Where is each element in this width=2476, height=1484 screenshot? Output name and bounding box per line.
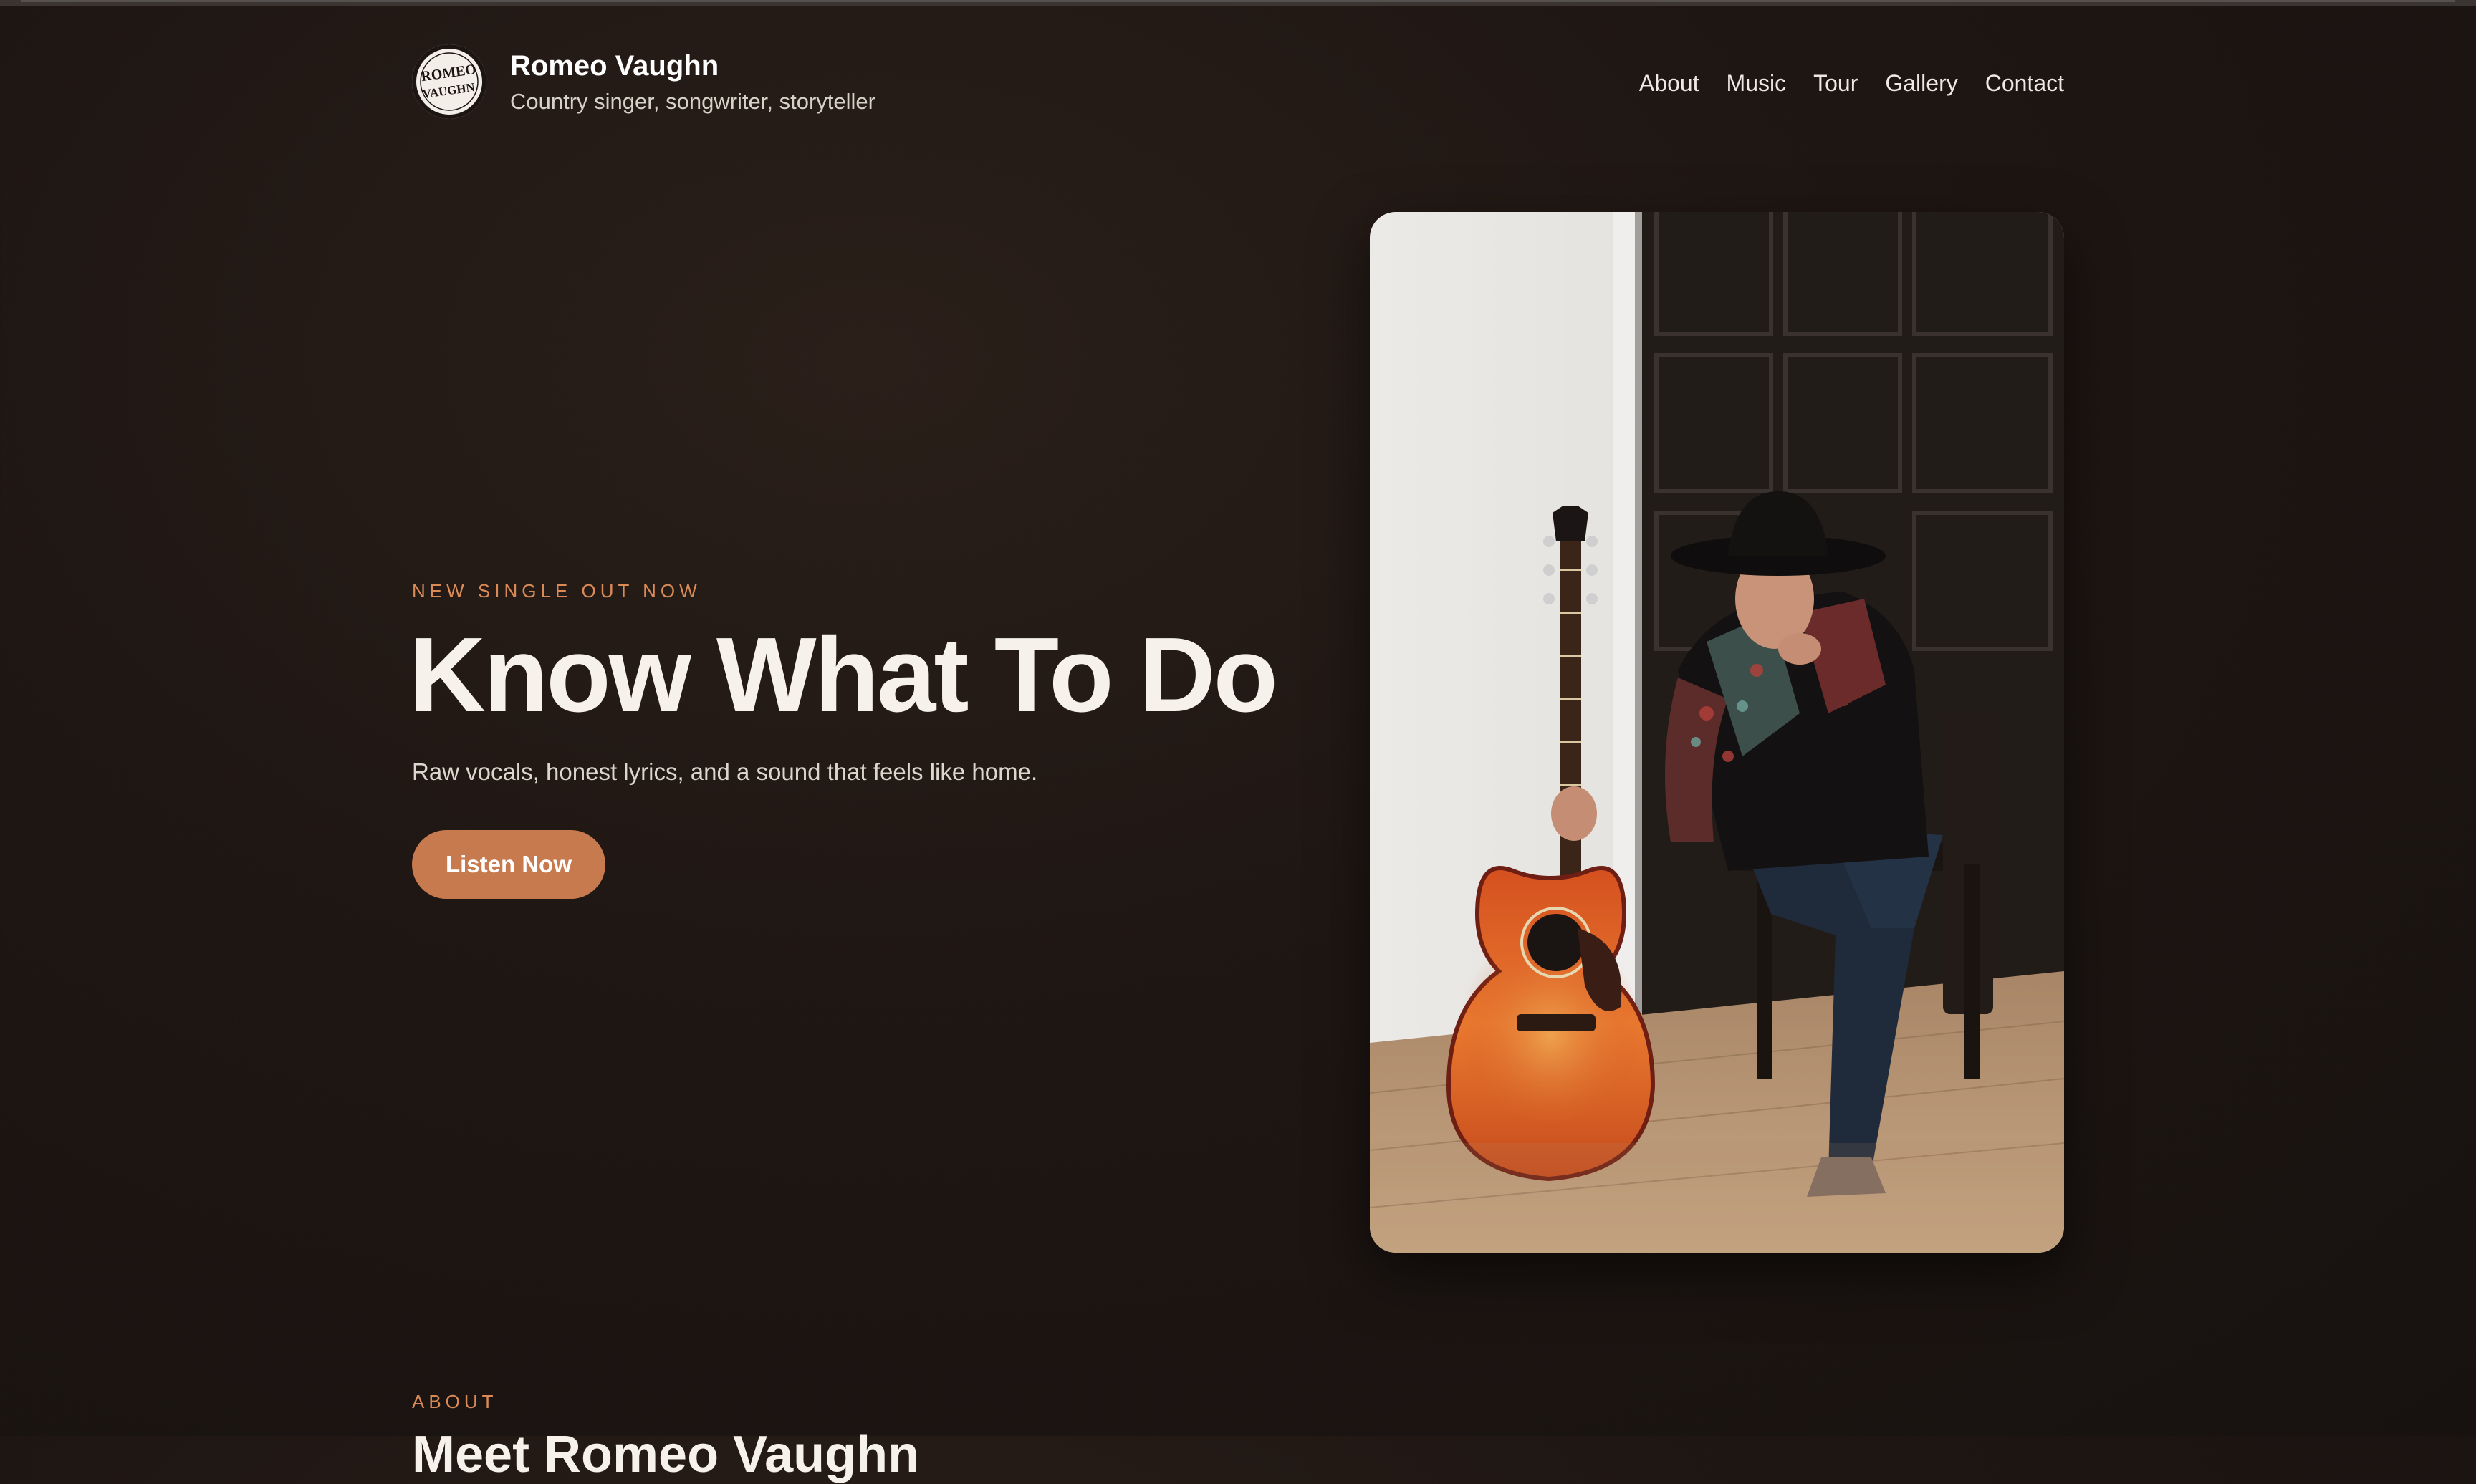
hero-title: Know What To Do: [409, 616, 1278, 734]
browser-top-edge-highlight: [21, 0, 2455, 2]
hero-section: NEW SINGLE OUT NOW Know What To Do Raw v…: [409, 580, 1278, 899]
artist-photo-illustration: [1370, 212, 2064, 1253]
nav-link-music[interactable]: Music: [1727, 70, 1787, 97]
brand-tagline: Country singer, songwriter, storyteller: [510, 89, 875, 114]
about-eyebrow: ABOUT: [412, 1391, 498, 1412]
hero-subtitle: Raw vocals, honest lyrics, and a sound t…: [412, 758, 1038, 785]
nav-link-about[interactable]: About: [1639, 70, 1699, 97]
artist-photo: [1370, 212, 2064, 1253]
nav-link-contact[interactable]: Contact: [1985, 70, 2064, 97]
browser-top-edge: [0, 0, 2476, 6]
main-nav: About Music Tour Gallery Contact: [1639, 70, 2064, 97]
nav-link-tour[interactable]: Tour: [1813, 70, 1858, 97]
about-title: Meet Romeo Vaughn: [412, 1426, 920, 1483]
nav-link-gallery[interactable]: Gallery: [1885, 70, 1957, 97]
site-header: ROMEO VAUGHN Romeo Vaughn Country singer…: [412, 44, 2064, 123]
logo-emblem: ROMEO VAUGHN: [413, 46, 485, 117]
hero-eyebrow: NEW SINGLE OUT NOW: [412, 580, 701, 602]
brand-name[interactable]: Romeo Vaughn: [510, 50, 719, 82]
logo-badge-icon[interactable]: ROMEO VAUGHN: [412, 44, 486, 119]
listen-now-button[interactable]: Listen Now: [412, 830, 605, 899]
